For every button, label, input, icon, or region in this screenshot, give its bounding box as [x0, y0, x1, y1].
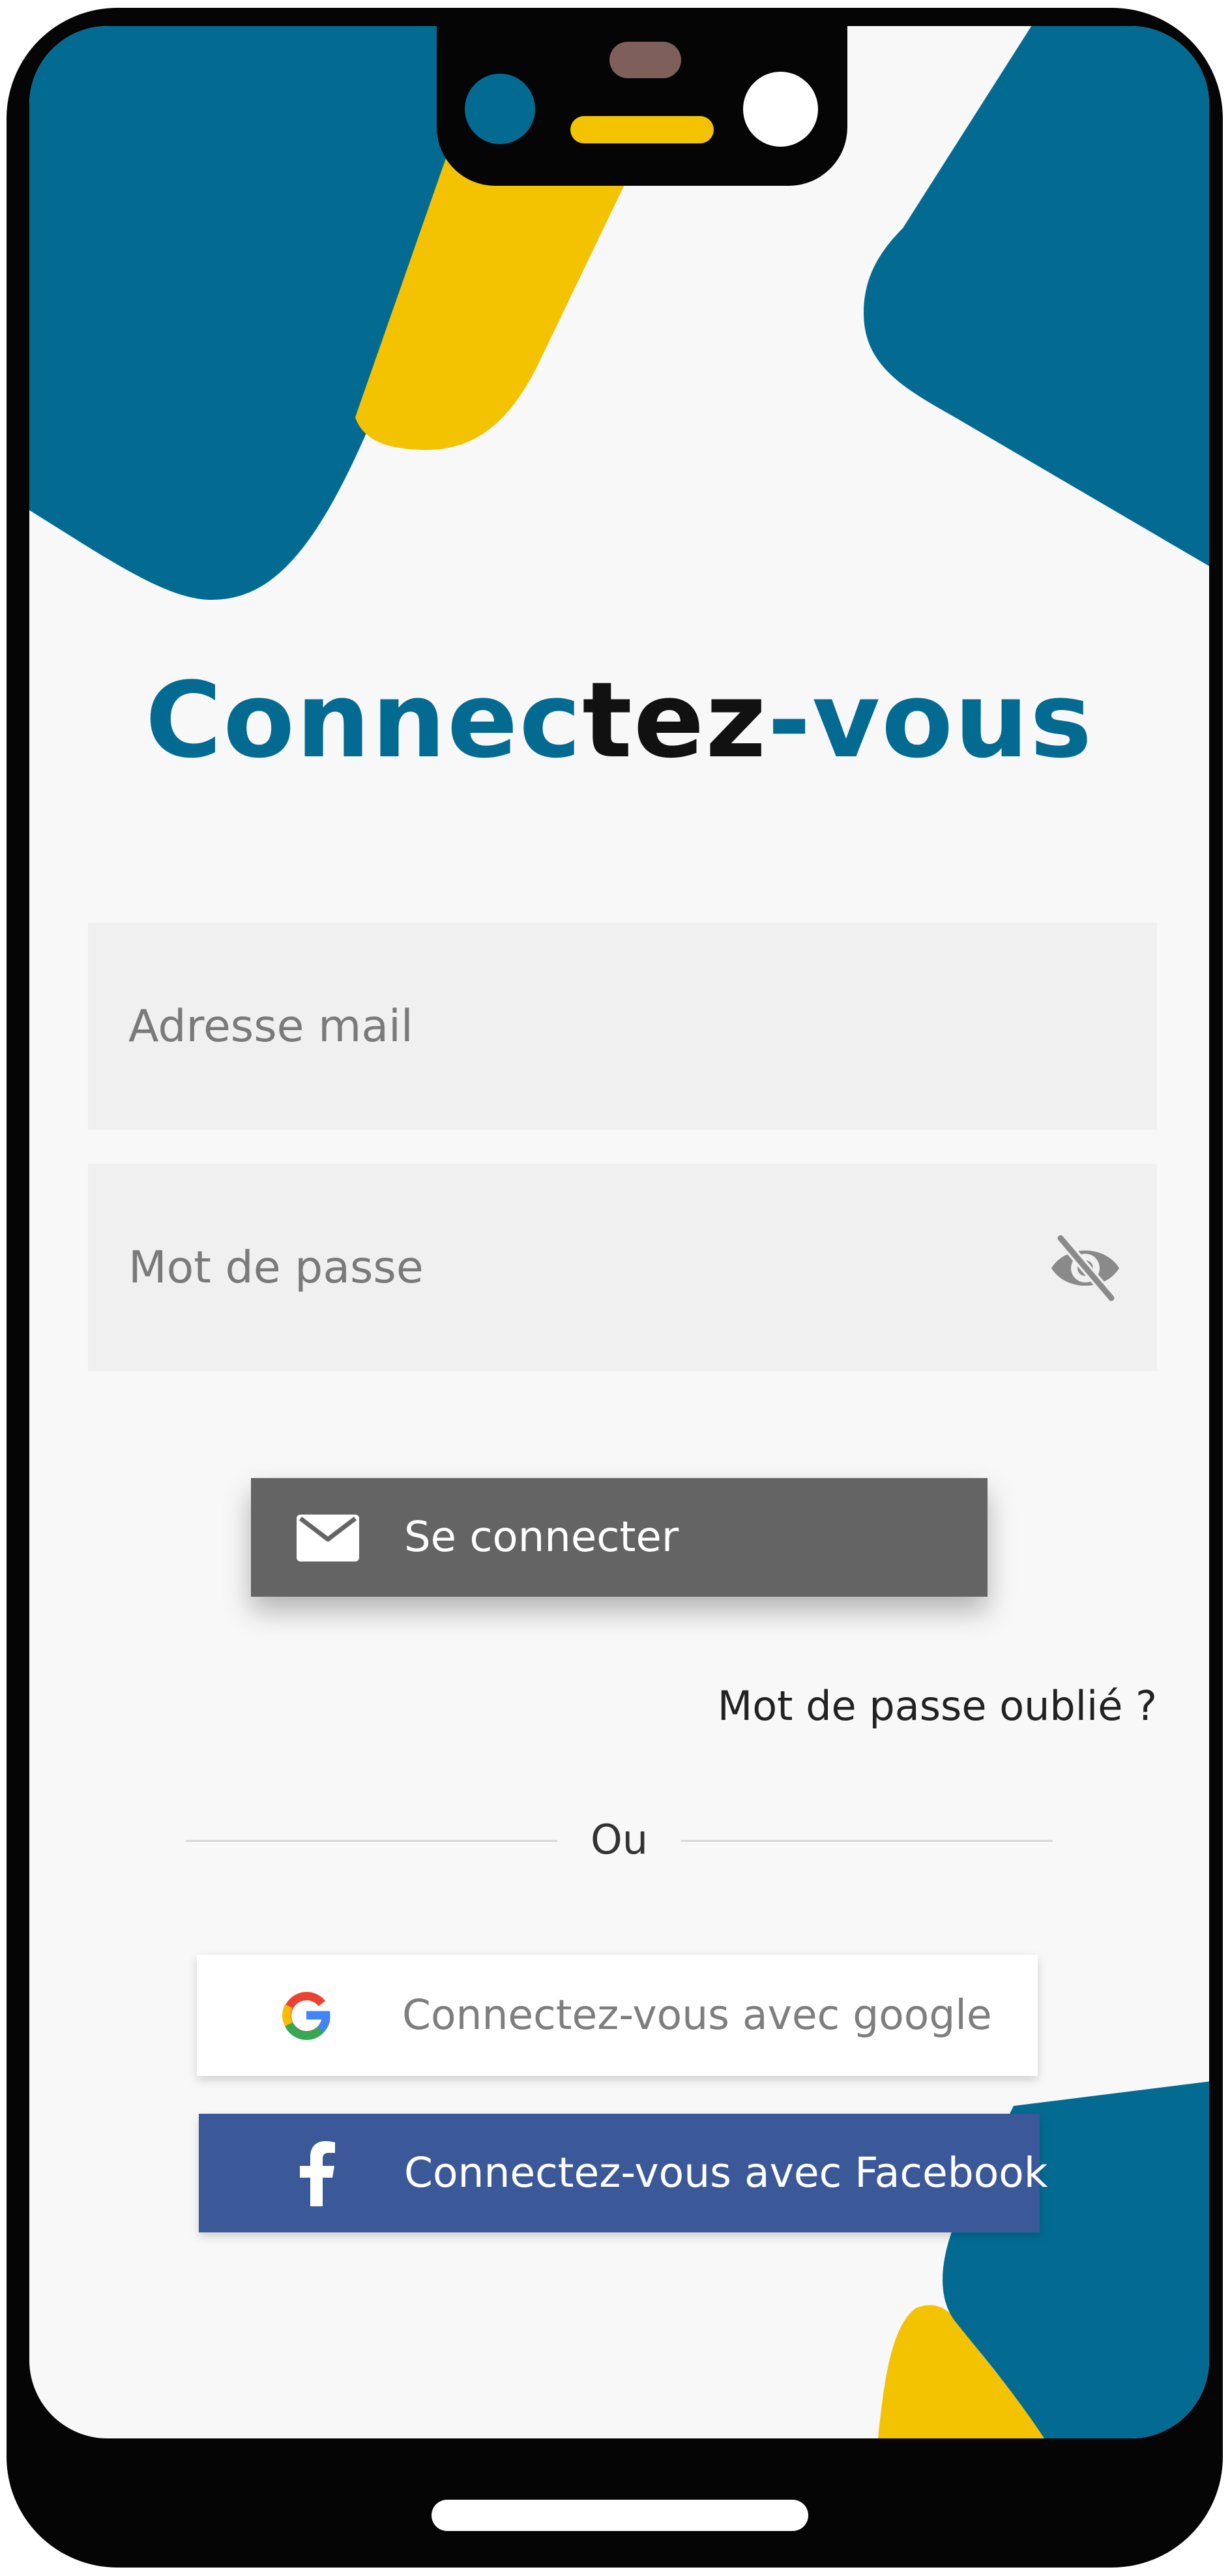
front-camera — [465, 74, 535, 144]
front-sensor — [743, 72, 818, 147]
background-shape-top-right — [864, 26, 1209, 567]
page-title: Connectez-vous — [29, 668, 1209, 773]
facebook-login-label: Connectez-vous avec Facebook — [404, 2149, 1048, 2197]
divider-text: Ou — [590, 1816, 649, 1863]
google-login-label: Connectez-vous avec google — [402, 1991, 992, 2039]
title-part-1: Connec — [145, 659, 583, 781]
facebook-login-button[interactable]: Connectez-vous avec Facebook — [199, 2114, 1047, 2232]
facebook-icon — [300, 2141, 335, 2206]
app-screen: Connectez-vous Adresse mail Se connecter… — [29, 26, 1209, 2438]
title-part-2: tez — [582, 659, 768, 781]
password-field-container — [88, 1164, 1157, 1371]
login-button-label: Se connecter — [404, 1513, 679, 1562]
title-part-3: -vous — [767, 659, 1094, 781]
home-indicator[interactable] — [432, 2500, 808, 2531]
earpiece-speaker — [609, 42, 681, 78]
eye-off-icon[interactable] — [1046, 1232, 1124, 1303]
mail-icon — [297, 1515, 359, 1562]
login-button[interactable]: Se connecter — [251, 1478, 988, 1597]
forgot-password-link[interactable]: Mot de passe oublié ? — [616, 1682, 1157, 1730]
email-field-container — [88, 923, 1157, 1130]
divider-right — [681, 1840, 1053, 1842]
password-field[interactable] — [128, 1164, 1028, 1371]
device-frame: Connectez-vous Adresse mail Se connecter… — [0, 0, 1230, 2576]
notch-accent-bar — [570, 116, 714, 143]
divider-left — [186, 1840, 557, 1842]
google-login-button[interactable]: Connectez-vous avec google — [197, 1955, 1038, 2076]
google-icon — [282, 1992, 330, 2040]
email-field[interactable] — [128, 923, 1028, 1130]
notch — [437, 26, 847, 186]
phone-body: Connectez-vous Adresse mail Se connecter… — [7, 8, 1223, 2568]
